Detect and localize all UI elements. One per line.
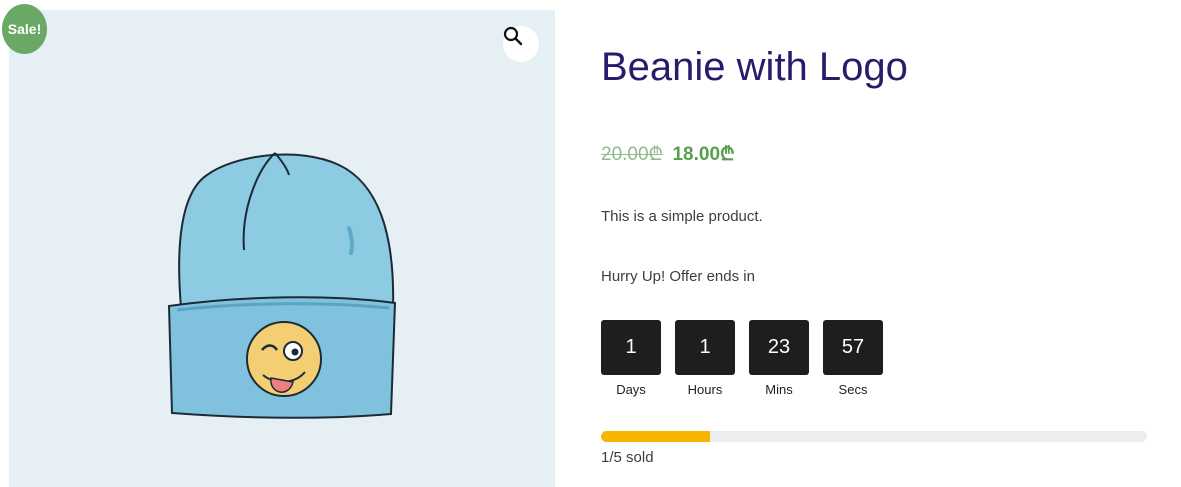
product-price: 20.00₾ 18.00₾	[601, 140, 735, 166]
stock-progress-fill	[601, 431, 711, 442]
sale-badge: Sale!	[2, 4, 47, 54]
sale-price: 18.00₾	[672, 144, 735, 165]
countdown-timer: 1 Days 1 Hours 23 Mins 57 Secs	[601, 320, 883, 397]
countdown-days-label: Days	[616, 382, 646, 397]
product-image[interactable]	[9, 10, 555, 487]
product-description: This is a simple product.	[601, 208, 763, 225]
countdown-mins-label: Mins	[765, 382, 793, 397]
offer-countdown-label: Hurry Up! Offer ends in	[601, 268, 755, 285]
countdown-secs-value: 57	[823, 320, 883, 375]
product-title: Beanie with Logo	[601, 45, 908, 89]
countdown-mins-value: 23	[749, 320, 809, 375]
countdown-secs: 57 Secs	[823, 320, 883, 397]
sale-badge-label: Sale!	[7, 21, 42, 37]
regular-price: 20.00₾	[601, 144, 664, 165]
countdown-secs-label: Secs	[838, 382, 868, 397]
product-gallery: Sale!	[2, 4, 555, 487]
magnifier-icon	[503, 26, 523, 46]
stock-progress-bar	[601, 431, 1147, 442]
countdown-mins: 23 Mins	[749, 320, 809, 397]
countdown-hours: 1 Hours	[675, 320, 735, 397]
countdown-hours-value: 1	[675, 320, 735, 375]
countdown-hours-label: Hours	[687, 382, 723, 397]
countdown-days: 1 Days	[601, 320, 661, 397]
zoom-button[interactable]	[503, 26, 539, 62]
stock-sold-text: 1/5 sold	[601, 449, 654, 466]
countdown-days-value: 1	[601, 320, 661, 375]
